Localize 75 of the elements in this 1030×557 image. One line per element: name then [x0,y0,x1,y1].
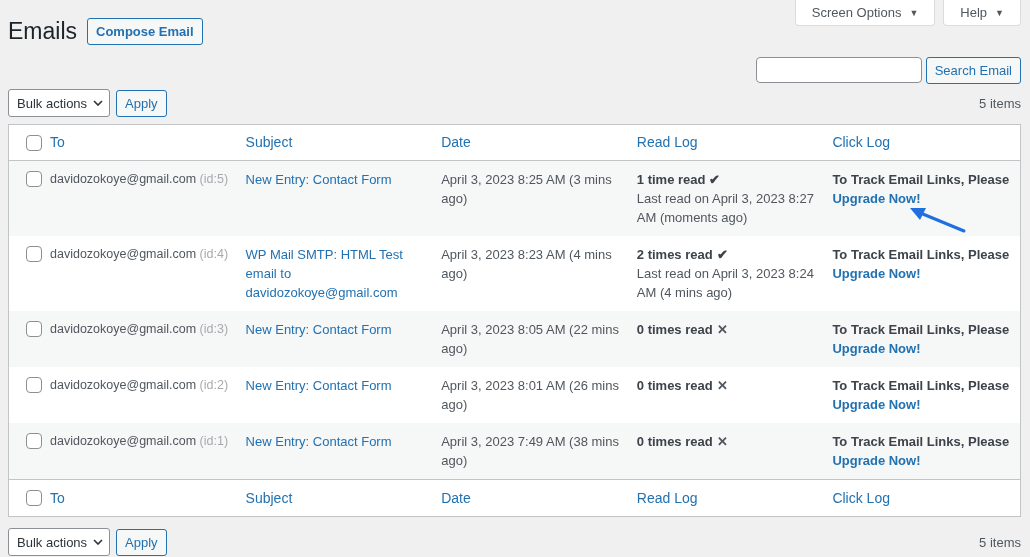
read-count: 2 times read [636,247,713,262]
column-header[interactable]: To [50,134,65,150]
subject-link[interactable]: WP Mail SMTP: HTML Test email to davidozokoye@gmail.com [245,245,430,302]
recipient-email: davidozokoye@gmail.com [50,378,197,392]
email-id: (id:1) [199,434,229,448]
column-header[interactable]: Date [441,134,471,150]
cross-icon: ✕ [716,434,728,449]
date-text: April 3, 2023 7:49 AM (38 mins ago) [441,434,619,468]
last-read-text: Last read on April 3, 2023 8:27 AM (moments ago) [636,190,815,227]
column-header[interactable]: Click Log [832,489,890,506]
compose-email-button[interactable]: Compose Email [87,18,203,45]
recipient-email: davidozokoye@gmail.com [50,434,197,448]
bulk-actions-dropdown[interactable]: Bulk actions [8,528,111,556]
chevron-down-icon [93,100,104,106]
upgrade-link[interactable]: Upgrade Now! [832,191,921,206]
item-count: 5 items [979,534,1021,550]
checkbox[interactable] [26,171,42,187]
date-text: April 3, 2023 8:23 AM (4 mins ago) [441,247,612,281]
subject-link[interactable]: New Entry: Contact Form [245,432,430,451]
upgrade-link[interactable]: Upgrade Now! [832,397,921,412]
subject-link[interactable]: New Entry: Contact Form [245,320,430,339]
column-header[interactable]: To [50,489,65,506]
column-header[interactable]: Subject [245,489,293,506]
item-count: 5 items [979,95,1021,111]
email-id: (id:5) [199,172,229,186]
check-icon: ✔ [709,172,721,187]
read-count: 0 times read [636,434,713,449]
caret-icon: ▼ [909,7,919,18]
chevron-down-icon [93,539,104,545]
subject-link[interactable]: New Entry: Contact Form [245,376,430,395]
subject-link[interactable]: New Entry: Contact Form [245,170,430,189]
search-field[interactable] [755,57,922,83]
checkbox[interactable] [26,433,42,449]
click-log-note: To Track Email Links, Please [832,322,1010,337]
click-log-note: To Track Email Links, Please [832,172,1010,187]
cross-icon: ✕ [716,378,728,393]
column-header[interactable]: Read Log [636,134,698,150]
email-id: (id:3) [199,322,229,336]
bulk-actions-dropdown[interactable]: Bulk actions [8,89,111,117]
last-read-text: Last read on April 3, 2023 8:24 AM (4 mins ago) [636,265,815,302]
column-header[interactable]: Subject [245,134,293,150]
checkbox[interactable] [26,490,42,506]
recipient-email: davidozokoye@gmail.com [50,322,197,336]
header-tab-button[interactable]: Help ▼ [943,0,1021,26]
date-text: April 3, 2023 8:25 AM (3 mins ago) [441,172,612,206]
checkbox[interactable] [26,134,42,151]
email-id: (id:2) [199,378,229,392]
apply-button[interactable]: Apply [116,89,167,117]
search-email-button[interactable]: Search Email [925,57,1021,84]
upgrade-link[interactable]: Upgrade Now! [832,453,921,468]
read-count: 0 times read [636,322,713,337]
click-log-note: To Track Email Links, Please [832,378,1010,393]
recipient-email: davidozokoye@gmail.com [50,172,197,186]
caret-icon: ▼ [995,7,1004,18]
header-tab-button[interactable]: Screen Options ▼ [794,0,936,26]
read-count: 0 times read [636,378,713,393]
checkbox[interactable] [26,321,42,337]
cross-icon: ✕ [716,322,728,337]
checkbox[interactable] [26,246,42,262]
upgrade-link[interactable]: Upgrade Now! [832,266,921,281]
column-header[interactable]: Read Log [636,489,698,506]
click-log-note: To Track Email Links, Please [832,247,1010,262]
checkbox[interactable] [26,377,42,393]
column-header[interactable]: Date [441,489,471,506]
click-log-note: To Track Email Links, Please [832,434,1010,449]
column-header[interactable]: Click Log [832,134,890,150]
email-id: (id:4) [199,247,229,261]
date-text: April 3, 2023 8:01 AM (26 mins ago) [441,378,619,412]
date-text: April 3, 2023 8:05 AM (22 mins ago) [441,322,619,356]
page-title: Emails [8,18,77,45]
read-count: 1 time read [636,172,706,187]
upgrade-link[interactable]: Upgrade Now! [832,341,921,356]
apply-button[interactable]: Apply [116,528,167,556]
check-icon: ✔ [716,247,728,262]
recipient-email: davidozokoye@gmail.com [50,247,197,261]
